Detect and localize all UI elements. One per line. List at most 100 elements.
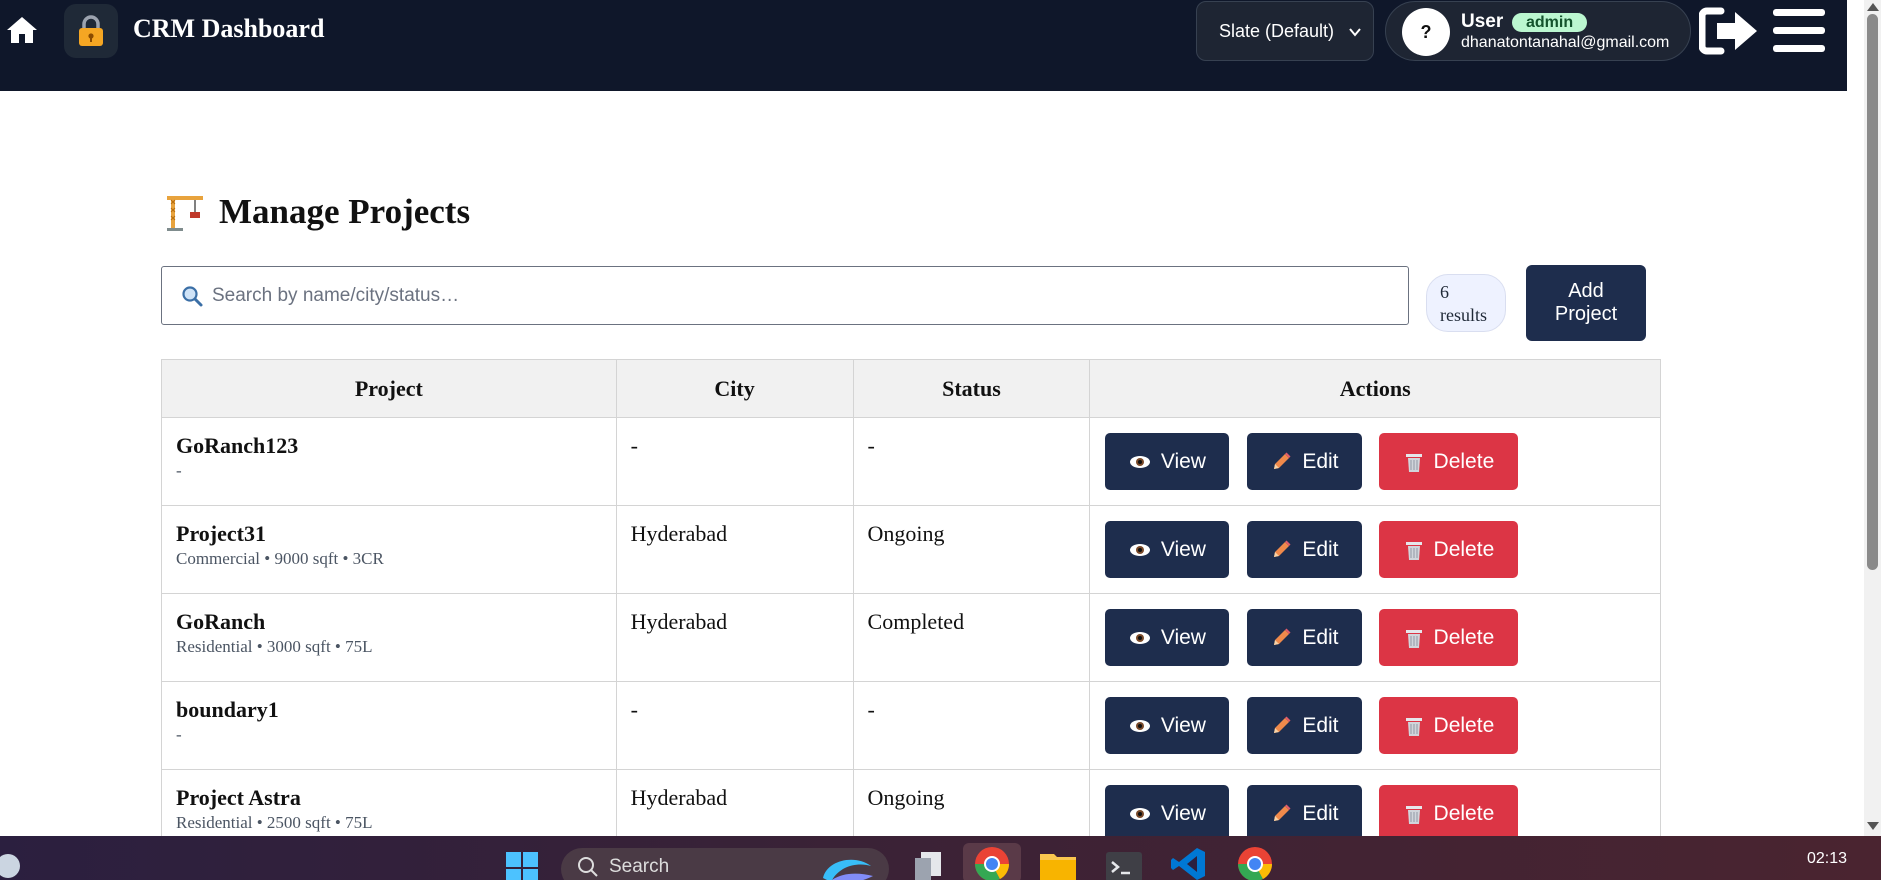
wastebasket-icon bbox=[1405, 629, 1422, 648]
delete-button[interactable]: Delete bbox=[1379, 697, 1519, 754]
taskbar-clock[interactable]: 02:13 bbox=[1807, 850, 1847, 868]
edit-button[interactable]: Edit bbox=[1246, 697, 1362, 754]
edit-label: Edit bbox=[1302, 449, 1339, 473]
scroll-up-arrow-icon[interactable] bbox=[1867, 3, 1879, 11]
edit-button[interactable]: Edit bbox=[1246, 521, 1362, 578]
project-name: Project Astra bbox=[176, 785, 301, 810]
view-button[interactable]: View bbox=[1105, 697, 1230, 754]
actions-cell: View Edit Delete bbox=[1089, 681, 1661, 770]
eye-icon bbox=[1129, 719, 1150, 732]
user-name: User bbox=[1461, 11, 1504, 32]
copilot-icon bbox=[823, 859, 873, 880]
pencil-icon bbox=[1274, 540, 1291, 557]
role-badge: admin bbox=[1512, 13, 1588, 32]
page-heading: Manage Projects bbox=[165, 192, 470, 232]
project-name: GoRanch bbox=[176, 609, 266, 634]
windows-taskbar: Search 02:13 bbox=[0, 836, 1881, 880]
eye-icon bbox=[1129, 631, 1150, 644]
vertical-scrollbar[interactable] bbox=[1864, 0, 1881, 836]
project-details: - bbox=[176, 461, 182, 480]
chrome-icon[interactable] bbox=[972, 842, 1012, 880]
scroll-down-arrow-icon[interactable] bbox=[1867, 822, 1879, 830]
user-profile[interactable]: ? User admin dhanatontanahal@gmail.com bbox=[1385, 1, 1691, 61]
results-count-badge: 6 results bbox=[1426, 274, 1506, 332]
table-row: Project31 Commercial • 9000 sqft • 3CR H… bbox=[161, 505, 1661, 594]
file-explorer-icon[interactable] bbox=[1038, 842, 1078, 880]
scrollbar-thumb[interactable] bbox=[1867, 14, 1878, 570]
project-details: - bbox=[176, 725, 182, 744]
delete-label: Delete bbox=[1433, 713, 1495, 737]
project-cell: Project31 Commercial • 9000 sqft • 3CR bbox=[161, 505, 617, 594]
project-name: boundary1 bbox=[176, 697, 279, 722]
pencil-icon bbox=[1274, 628, 1291, 645]
wastebasket-icon bbox=[1405, 541, 1422, 560]
status-cell: Completed bbox=[852, 593, 1091, 682]
status-cell: - bbox=[852, 417, 1091, 506]
view-button[interactable]: View bbox=[1105, 785, 1230, 842]
search-icon bbox=[578, 857, 598, 877]
view-label: View bbox=[1160, 537, 1206, 561]
edit-label: Edit bbox=[1302, 801, 1339, 825]
table-row: GoRanch Residential • 3000 sqft • 75L Hy… bbox=[161, 593, 1661, 682]
crane-icon bbox=[167, 196, 203, 231]
project-cell: boundary1 - bbox=[161, 681, 617, 770]
city-cell: - bbox=[615, 681, 854, 770]
search-icon bbox=[182, 285, 203, 306]
project-cell: GoRanch Residential • 3000 sqft • 75L bbox=[161, 593, 617, 682]
chevron-down-icon bbox=[1349, 28, 1361, 37]
menu-icon[interactable] bbox=[1771, 6, 1827, 56]
windows-start-icon[interactable] bbox=[502, 842, 542, 880]
results-label: results bbox=[1440, 305, 1487, 325]
vscode-icon[interactable] bbox=[1169, 842, 1209, 880]
delete-button[interactable]: Delete bbox=[1379, 433, 1519, 490]
project-cell: GoRanch123 - bbox=[161, 417, 617, 506]
delete-button[interactable]: Delete bbox=[1379, 785, 1519, 842]
taskbar-search[interactable]: Search bbox=[561, 848, 889, 880]
top-navbar: CRM Dashboard Slate (Default) ? User adm… bbox=[0, 0, 1847, 91]
user-email: dhanatontanahal@gmail.com bbox=[1461, 34, 1670, 51]
city-cell: Hyderabad bbox=[615, 505, 854, 594]
project-details: Residential • 2500 sqft • 75L bbox=[176, 813, 373, 832]
delete-button[interactable]: Delete bbox=[1379, 521, 1519, 578]
status-cell: - bbox=[852, 681, 1091, 770]
column-header-project: Project bbox=[161, 359, 617, 418]
taskbar-search-label: Search bbox=[609, 856, 670, 877]
results-count: 6 bbox=[1440, 282, 1449, 302]
pencil-icon bbox=[1274, 716, 1291, 733]
table-row: GoRanch123 - - - View Edit Delete bbox=[161, 417, 1661, 506]
actions-cell: View Edit Delete bbox=[1089, 505, 1661, 594]
edit-button[interactable]: Edit bbox=[1246, 785, 1362, 842]
eye-icon bbox=[1129, 455, 1150, 468]
add-project-button[interactable]: Add Project bbox=[1526, 265, 1646, 341]
search-input[interactable] bbox=[212, 267, 1408, 324]
widgets-icon[interactable] bbox=[0, 842, 34, 880]
column-header-city: City bbox=[615, 359, 854, 418]
actions-cell: View Edit Delete bbox=[1089, 593, 1661, 682]
view-button[interactable]: View bbox=[1105, 521, 1230, 578]
table-row: boundary1 - - - View Edit Delete bbox=[161, 681, 1661, 770]
avatar: ? bbox=[1402, 8, 1450, 56]
eye-icon bbox=[1129, 807, 1150, 820]
view-button[interactable]: View bbox=[1105, 609, 1230, 666]
column-header-actions: Actions bbox=[1089, 359, 1661, 418]
logout-icon[interactable] bbox=[1699, 6, 1761, 56]
task-view-icon[interactable] bbox=[907, 842, 947, 880]
theme-select[interactable]: Slate (Default) bbox=[1196, 1, 1374, 61]
home-icon[interactable] bbox=[5, 14, 39, 46]
view-label: View bbox=[1160, 449, 1206, 473]
delete-button[interactable]: Delete bbox=[1379, 609, 1519, 666]
eye-icon bbox=[1129, 543, 1150, 556]
search-box bbox=[161, 266, 1409, 325]
edit-button[interactable]: Edit bbox=[1246, 433, 1362, 490]
wastebasket-icon bbox=[1405, 453, 1422, 472]
view-button[interactable]: View bbox=[1105, 433, 1230, 490]
delete-label: Delete bbox=[1433, 801, 1495, 825]
app-title: CRM Dashboard bbox=[133, 14, 325, 43]
chrome-icon[interactable] bbox=[1235, 842, 1275, 880]
edit-button[interactable]: Edit bbox=[1246, 609, 1362, 666]
view-label: View bbox=[1160, 801, 1206, 825]
delete-label: Delete bbox=[1433, 449, 1495, 473]
terminal-icon[interactable] bbox=[1104, 842, 1144, 880]
projects-table: Project City Status Actions GoRanch123 -… bbox=[161, 359, 1661, 858]
project-name: Project31 bbox=[176, 521, 266, 546]
